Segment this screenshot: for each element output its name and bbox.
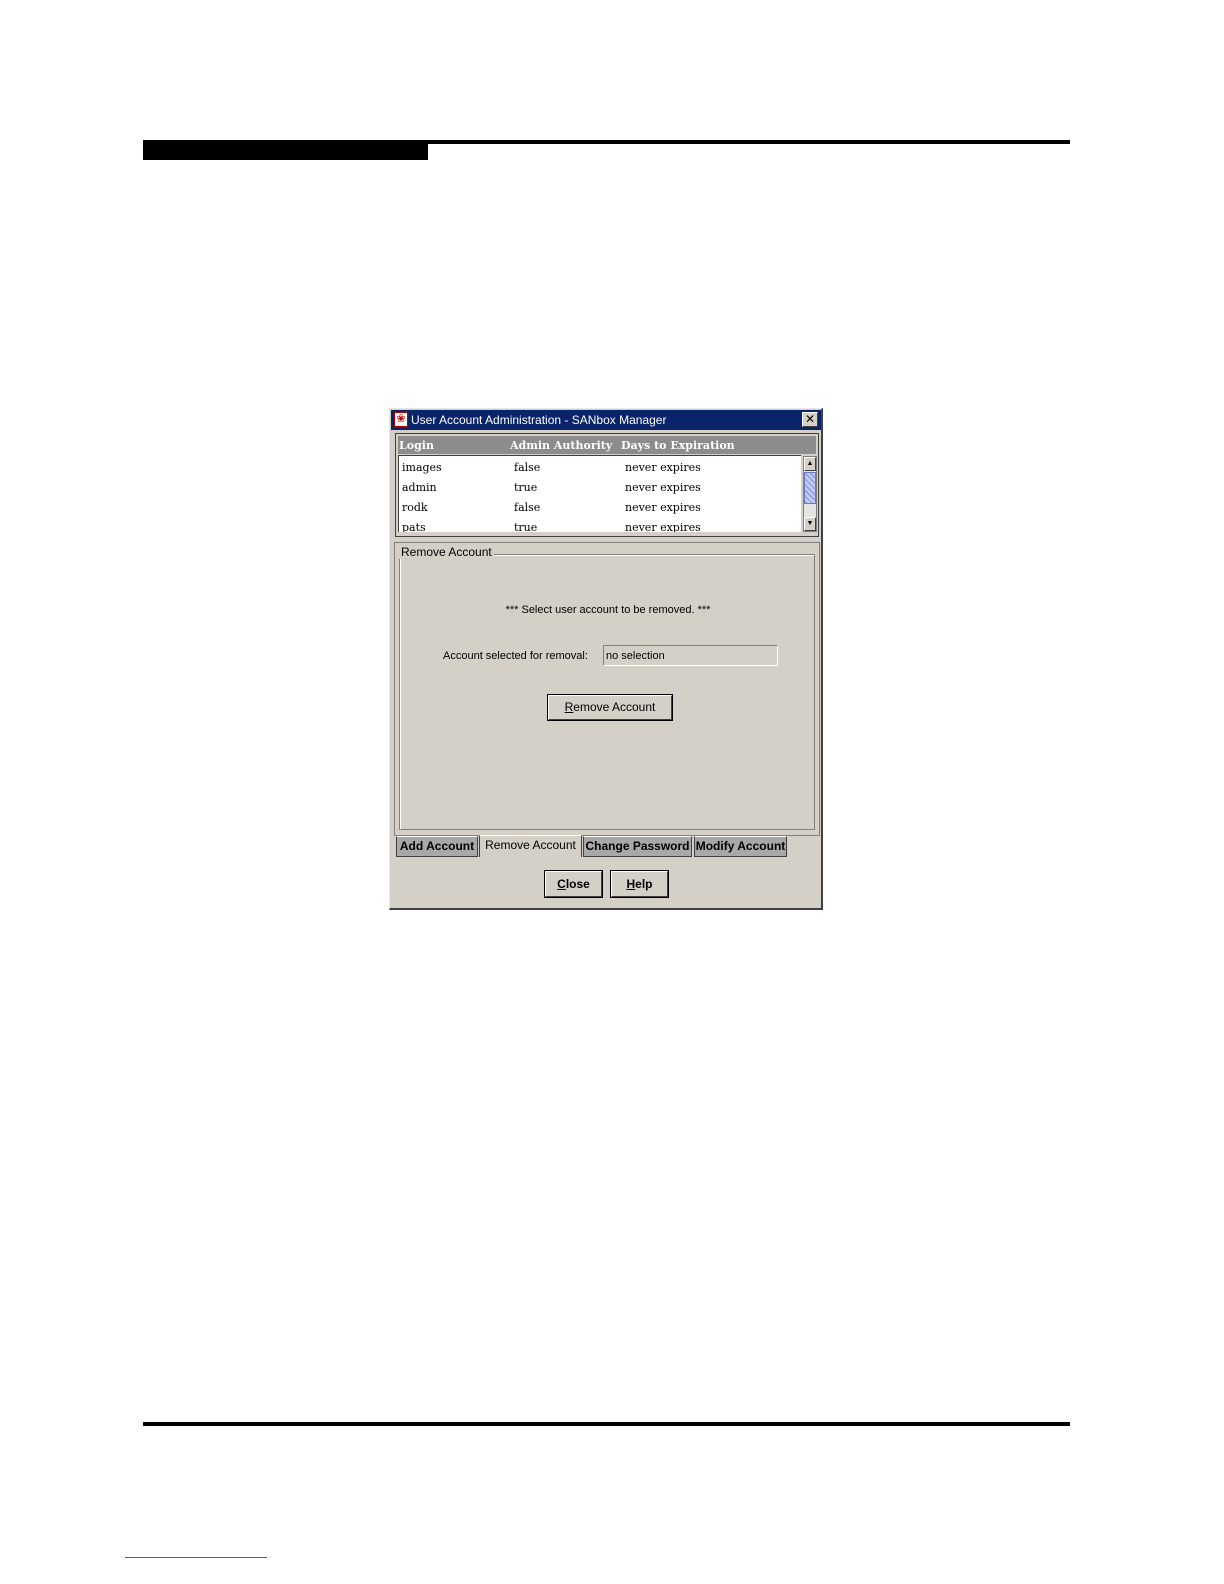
tab-add-account[interactable]: Add Account [396,836,478,857]
column-header-admin-authority[interactable]: Admin Authority [510,439,612,452]
remove-account-panel: *** Select user account to be removed. *… [394,542,820,836]
column-header-days-to-expiration[interactable]: Days to Expiration [621,439,735,452]
cell-admin-authority: true [514,521,538,532]
cell-days-to-expiration: never expires [625,501,701,514]
scroll-down-arrow-icon[interactable]: ▼ [804,517,816,531]
table-row[interactable]: admin true never expires [399,479,801,499]
window-title: User Account Administration - SANbox Man… [411,413,667,427]
help-button[interactable]: Help [611,871,668,897]
accounts-table: Login Admin Authority Days to Expiration… [395,433,819,537]
app-icon: ❀ [394,412,408,427]
table-row[interactable]: pats true never expires [399,519,801,532]
table-header: Login Admin Authority Days to Expiration [398,436,816,454]
title-bar[interactable]: ❀ User Account Administration - SANbox M… [391,410,821,430]
cell-admin-authority: false [514,461,541,474]
tab-change-password[interactable]: Change Password [583,836,692,857]
button-label: lose [565,877,590,891]
instruction-text: *** Select user account to be removed. *… [505,604,711,616]
remove-account-button[interactable]: Remove Account [548,695,672,720]
cell-days-to-expiration: never expires [625,481,701,494]
cell-days-to-expiration: never expires [625,521,701,532]
cell-login: rodk [402,501,428,514]
mnemonic-letter: R [564,700,574,714]
cell-days-to-expiration: never expires [625,461,701,474]
group-legend: Remove Account [399,545,494,559]
selected-account-label: Account selected for removal: [443,650,588,662]
button-label: emove Account [573,700,656,714]
user-account-admin-dialog: ❀ User Account Administration - SANbox M… [389,408,823,910]
footnote-link-underline [125,1557,267,1558]
tab-remove-account[interactable]: Remove Account [479,835,582,857]
cell-admin-authority: false [514,501,541,514]
button-label: elp [635,877,653,891]
selected-account-field[interactable] [603,645,778,666]
page-footer-rule [143,1422,1070,1426]
table-body: images false never expires admin true ne… [398,455,801,532]
cell-login: images [402,461,442,474]
cell-login: pats [402,521,426,532]
table-scrollbar[interactable]: ▲ ▼ [803,456,817,532]
close-button[interactable]: Close [545,871,602,897]
page-header-block [143,140,428,160]
table-row[interactable]: images false never expires [399,459,801,479]
column-header-login[interactable]: Login [399,439,434,452]
cell-login: admin [402,481,437,494]
scroll-thumb[interactable] [804,472,816,504]
tab-modify-account[interactable]: Modify Account [694,836,787,857]
scroll-up-arrow-icon[interactable]: ▲ [804,457,816,471]
close-icon[interactable]: ✕ [802,412,818,427]
mnemonic-letter: H [626,877,636,891]
cell-admin-authority: true [514,481,538,494]
remove-account-group: *** Select user account to be removed. *… [399,554,815,830]
table-row[interactable]: rodk false never expires [399,499,801,519]
mnemonic-letter: C [557,877,566,891]
